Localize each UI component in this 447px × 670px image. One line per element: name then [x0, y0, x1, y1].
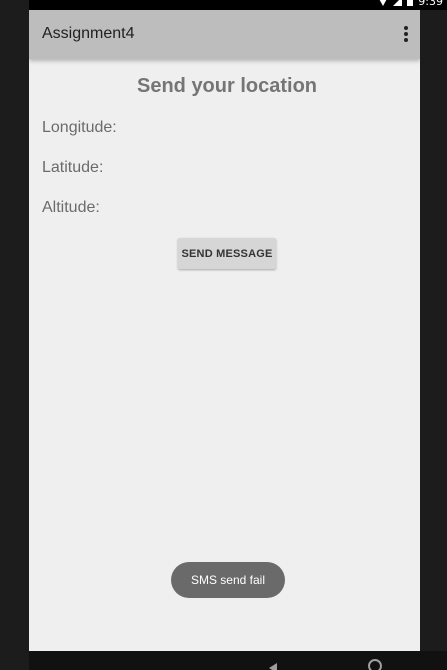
status-bar: 9:39	[29, 0, 447, 10]
signal-icon	[393, 0, 403, 6]
menu-dot	[404, 26, 408, 30]
battery-icon	[407, 0, 414, 6]
send-message-button[interactable]: SEND MESSAGE	[178, 238, 276, 269]
menu-dot	[404, 32, 408, 36]
altitude-label: Altitude:	[42, 199, 100, 216]
home-icon[interactable]	[368, 659, 382, 670]
status-icons: 9:39	[378, 0, 443, 8]
latitude-label: Latitude:	[42, 159, 104, 176]
page-title: Send your location	[136, 75, 318, 97]
app-title: Assignment4	[42, 25, 135, 42]
menu-dot	[404, 38, 408, 42]
more-vert-icon[interactable]	[398, 23, 414, 45]
back-icon[interactable]	[269, 663, 277, 670]
longitude-label: Longitude:	[42, 119, 117, 136]
toast-message: SMS send fail	[171, 562, 285, 598]
status-time: 9:39	[418, 0, 443, 8]
app-bar: Assignment4	[29, 10, 420, 59]
wifi-icon	[378, 0, 389, 6]
navigation-bar	[29, 651, 447, 670]
app-screen: Assignment4 Send your location Longitude…	[29, 10, 420, 651]
